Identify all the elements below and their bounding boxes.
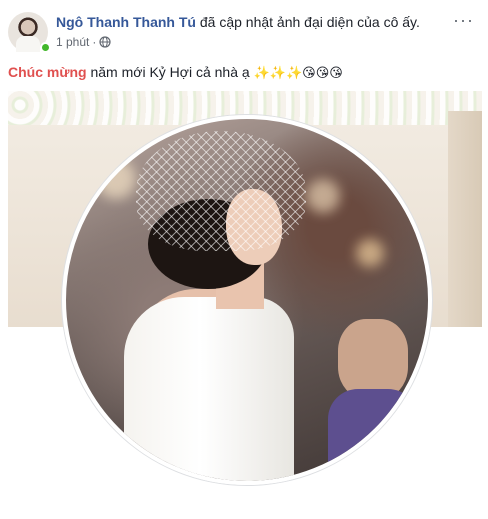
feed-post: Ngô Thanh Thanh Tú đã cập nhật ảnh đại d…: [0, 0, 488, 519]
post-header: Ngô Thanh Thanh Tú đã cập nhật ảnh đại d…: [56, 13, 420, 31]
globe-icon[interactable]: [99, 36, 111, 48]
more-options-icon[interactable]: ···: [453, 11, 474, 29]
post-timestamp[interactable]: 1 phút: [56, 35, 89, 49]
bride-dress: [124, 297, 294, 481]
bokeh-light: [306, 179, 340, 213]
post-action-text: đã cập nhật ảnh đại diện của cô ấy.: [195, 14, 420, 30]
online-status-icon: [40, 42, 51, 53]
profile-photo[interactable]: [62, 115, 432, 485]
post-meta: 1 phút ·: [56, 35, 111, 49]
author-name-link[interactable]: Ngô Thanh Thanh Tú: [56, 14, 196, 30]
profile-picture-media[interactable]: [8, 91, 482, 511]
bride-veil: [136, 131, 306, 251]
meta-separator: ·: [92, 35, 97, 49]
post-message: Chúc mừng năm mới Kỷ Hợi cả nhà ạ ✨✨✨😘😘😘: [8, 63, 343, 83]
bokeh-light: [96, 159, 136, 199]
guest-body: [328, 389, 418, 481]
message-highlight: Chúc mừng: [8, 64, 87, 80]
bokeh-light: [356, 239, 384, 267]
author-avatar[interactable]: [8, 12, 51, 53]
guest-head: [338, 319, 408, 399]
cover-wall: [448, 111, 482, 327]
message-emojis: ✨✨✨😘😘😘: [253, 66, 343, 81]
message-text: năm mới Kỷ Hợi cả nhà ạ: [86, 64, 254, 80]
